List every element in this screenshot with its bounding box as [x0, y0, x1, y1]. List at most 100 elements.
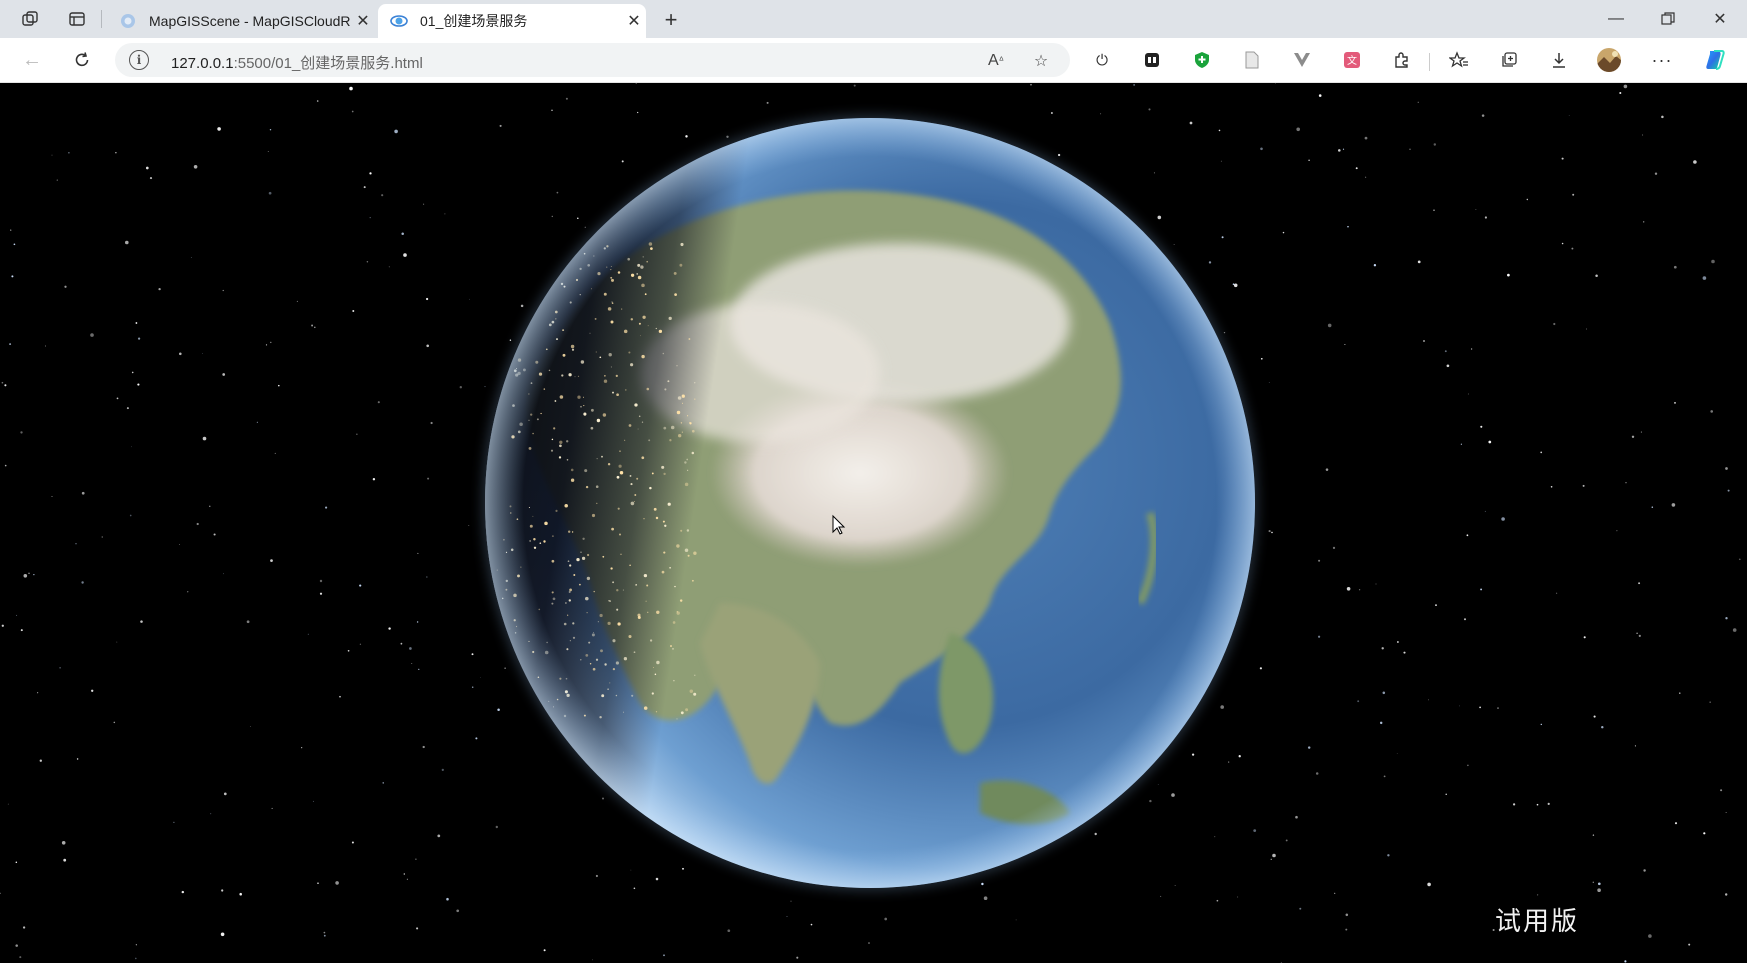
star: [1661, 115, 1664, 119]
shield-icon[interactable]: [1189, 47, 1215, 73]
star: [1379, 721, 1383, 725]
more-icon[interactable]: ···: [1649, 47, 1675, 73]
copilot-square-icon[interactable]: [1139, 47, 1165, 73]
favorites-icon[interactable]: [1446, 47, 1472, 73]
tab-title: MapGISScene - MapGISCloudRe: [149, 13, 351, 29]
star: [1282, 231, 1285, 234]
puzzle-icon[interactable]: [1389, 47, 1415, 73]
restore-button[interactable]: [1643, 0, 1693, 38]
url-bar[interactable]: i 127.0.0.1:5500/01_创建场景服务.html Aᐞ ☆: [115, 43, 1070, 77]
star: [471, 653, 474, 656]
star: [351, 110, 354, 113]
tab-mapgisscene[interactable]: MapGISScene - MapGISCloudRe ✕: [107, 4, 375, 38]
scene-viewport[interactable]: 试用版: [0, 83, 1747, 963]
star: [135, 322, 138, 324]
star: [1654, 172, 1658, 175]
star: [349, 86, 353, 91]
star: [1191, 753, 1195, 756]
star: [602, 797, 604, 800]
star: [394, 129, 398, 134]
document-icon[interactable]: [1239, 47, 1265, 73]
star: [1597, 888, 1601, 892]
star: [1470, 348, 1473, 350]
star: [1423, 340, 1425, 342]
star: [220, 932, 225, 937]
star: [1270, 858, 1272, 860]
star: [595, 874, 598, 878]
star: [1417, 101, 1419, 103]
star: [551, 109, 553, 111]
star: [1592, 834, 1595, 836]
close-window-button[interactable]: ✕: [1695, 0, 1745, 38]
star: [1375, 583, 1377, 585]
star: [411, 663, 413, 664]
tab-actions-icon[interactable]: [62, 4, 92, 34]
globe-scene[interactable]: [0, 83, 1747, 963]
star: [1512, 803, 1516, 806]
favorite-star-icon[interactable]: ☆: [1030, 50, 1052, 72]
star: [256, 421, 258, 423]
star: [1643, 869, 1646, 872]
close-tab-icon[interactable]: ✕: [351, 11, 375, 31]
star: [246, 620, 250, 624]
star: [1725, 467, 1728, 470]
star: [406, 878, 408, 880]
download-icon[interactable]: [1546, 47, 1572, 73]
star: [267, 150, 269, 153]
star: [1208, 261, 1212, 264]
star: [372, 478, 376, 481]
star: [145, 166, 149, 170]
star: [1253, 829, 1257, 832]
star: [33, 574, 35, 576]
mapgis-favicon-icon: [119, 12, 137, 30]
translate-icon[interactable]: 文: [1339, 47, 1365, 73]
star: [637, 111, 639, 114]
collections-icon[interactable]: [1496, 47, 1522, 73]
tab-create-scene-service[interactable]: 01_创建场景服务 ✕: [378, 4, 646, 38]
star: [356, 433, 358, 435]
refresh-button[interactable]: [66, 44, 98, 76]
workspaces-icon[interactable]: [15, 4, 45, 34]
star: [51, 154, 53, 156]
star: [1174, 885, 1176, 886]
star: [1238, 755, 1241, 758]
star: [1582, 484, 1585, 487]
star: [685, 135, 688, 138]
star: [81, 581, 84, 584]
address-toolbar: ← i 127.0.0.1:5500/01_创建场景服务.html Aᐞ ☆ ⏻…: [0, 38, 1747, 83]
star: [418, 668, 420, 671]
star: [1648, 934, 1652, 938]
minimize-button[interactable]: —: [1591, 0, 1641, 38]
back-button[interactable]: ←: [16, 44, 48, 76]
star: [1433, 143, 1437, 146]
star: [1358, 589, 1361, 591]
star: [430, 421, 433, 425]
star: [1308, 159, 1310, 162]
star: [1674, 822, 1678, 825]
earth-globe[interactable]: [470, 103, 1290, 923]
profile-avatar[interactable]: [1596, 47, 1622, 73]
star: [9, 343, 12, 346]
read-aloud-icon[interactable]: Aᐞ: [985, 50, 1007, 72]
new-tab-button[interactable]: +: [656, 5, 686, 35]
power-icon[interactable]: ⏻: [1089, 47, 1115, 73]
vue-icon[interactable]: [1289, 47, 1315, 73]
star: [1619, 91, 1622, 95]
star: [1631, 435, 1635, 438]
star: [1347, 225, 1349, 228]
star: [456, 909, 460, 913]
star: [1484, 510, 1486, 512]
star: [7, 803, 9, 805]
star: [68, 152, 70, 154]
star: [633, 887, 636, 890]
site-info-icon[interactable]: i: [129, 50, 149, 70]
star: [1479, 706, 1481, 709]
star: [1, 624, 4, 627]
close-tab-icon[interactable]: ✕: [622, 11, 646, 31]
star: [64, 285, 67, 288]
star: [312, 800, 314, 802]
star: [1636, 632, 1638, 635]
star: [471, 686, 474, 688]
star: [1671, 503, 1676, 507]
copilot-icon[interactable]: [1702, 47, 1728, 73]
